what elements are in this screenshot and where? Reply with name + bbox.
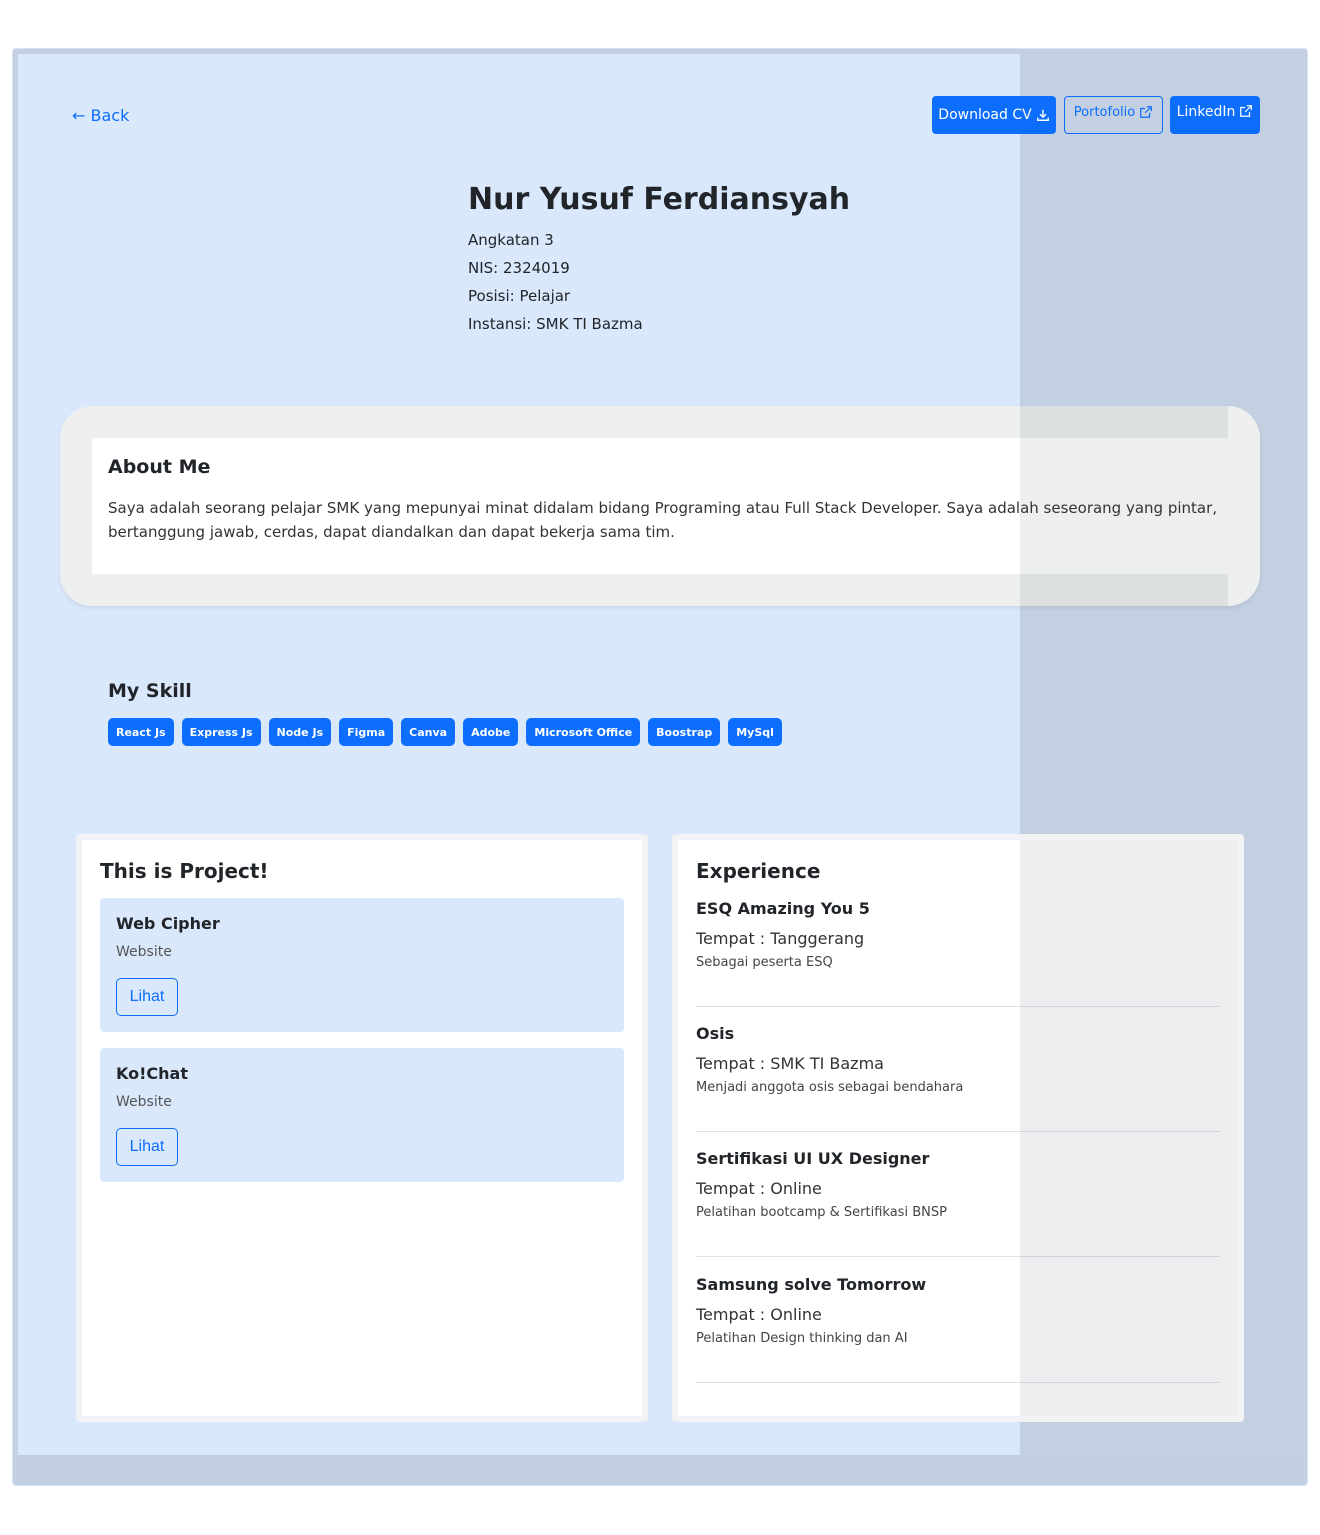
experience-name: Osis — [696, 1024, 735, 1043]
back-link[interactable]: ← Back — [72, 106, 129, 125]
experience-divider — [696, 1382, 1220, 1383]
skill-badge: Microsoft Office — [526, 718, 641, 746]
experience-item: Osis Tempat : SMK TI Bazma Menjadi anggo… — [696, 1024, 1220, 1095]
experience-desc: Pelatihan bootcamp & Sertifikasi BNSP — [696, 1205, 947, 1220]
profile-posisi: Posisi: Pelajar — [468, 287, 571, 305]
project-title: This is Project! — [100, 859, 269, 883]
profile-name: Nur Yusuf Ferdiansyah — [468, 182, 851, 217]
skill-badge: Canva — [401, 718, 456, 746]
project-name: Web Cipher — [116, 914, 220, 933]
portfolio-button[interactable]: Portofolio — [1064, 96, 1163, 134]
skill-badge: React Js — [108, 718, 174, 746]
experience-desc: Sebagai peserta ESQ — [696, 955, 833, 970]
experience-place: Tempat : Online — [696, 1305, 822, 1324]
skill-title: My Skill — [108, 680, 192, 702]
skill-badge: Adobe — [463, 718, 519, 746]
experience-desc: Menjadi anggota osis sebagai bendahara — [696, 1080, 964, 1095]
experience-divider — [696, 1006, 1220, 1007]
linkedin-button[interactable]: LinkedIn — [1170, 96, 1260, 134]
experience-name: ESQ Amazing You 5 — [696, 899, 870, 918]
project-item: Web Cipher Website Lihat — [100, 898, 624, 1032]
experience-title: Experience — [696, 859, 821, 883]
download-icon — [1036, 109, 1049, 121]
portfolio-label: Portofolio — [1073, 105, 1136, 120]
experience-name: Samsung solve Tomorrow — [696, 1275, 927, 1294]
bottom-strip — [18, 1455, 1302, 1481]
experience-place: Tempat : SMK TI Bazma — [696, 1054, 884, 1073]
lihat-button[interactable]: Lihat — [116, 1128, 178, 1166]
about-text: Saya adalah seorang pelajar SMK yang mep… — [108, 499, 1218, 541]
experience-item: Sertifikasi UI UX Designer Tempat : Onli… — [696, 1149, 1220, 1220]
project-item: Ko!Chat Website Lihat — [100, 1048, 624, 1182]
profile-nis: NIS: 2324019 — [468, 259, 570, 277]
about-title: About Me — [108, 456, 211, 478]
external-link-icon — [1140, 106, 1153, 118]
skill-list: React Js Express Js Node Js Figma Canva … — [108, 718, 782, 746]
lihat-button[interactable]: Lihat — [116, 978, 178, 1016]
project-type: Website — [116, 1094, 172, 1110]
skill-badge: Node Js — [268, 718, 332, 746]
experience-place: Tempat : Tanggerang — [696, 929, 865, 948]
experience-item: Samsung solve Tomorrow Tempat : Online P… — [696, 1275, 1220, 1346]
experience-place: Tempat : Online — [696, 1179, 822, 1198]
experience-divider — [696, 1256, 1220, 1257]
experience-item: ESQ Amazing You 5 Tempat : Tanggerang Se… — [696, 899, 1220, 970]
project-name: Ko!Chat — [116, 1064, 188, 1083]
profile-instansi: Instansi: SMK TI Bazma — [468, 315, 643, 333]
external-link-icon — [1240, 105, 1253, 117]
linkedin-label: LinkedIn — [1176, 104, 1236, 120]
download-cv-label: Download CV — [938, 107, 1032, 123]
skill-badge: Figma — [339, 718, 394, 746]
skill-badge: Express Js — [181, 718, 261, 746]
experience-divider — [696, 1131, 1220, 1132]
skill-badge: Boostrap — [648, 718, 721, 746]
project-type: Website — [116, 944, 172, 960]
download-cv-button[interactable]: Download CV — [932, 96, 1056, 134]
experience-name: Sertifikasi UI UX Designer — [696, 1149, 930, 1168]
experience-desc: Pelatihan Design thinking dan AI — [696, 1331, 908, 1346]
skill-badge: MySql — [728, 718, 782, 746]
profile-angkatan: Angkatan 3 — [468, 231, 554, 249]
